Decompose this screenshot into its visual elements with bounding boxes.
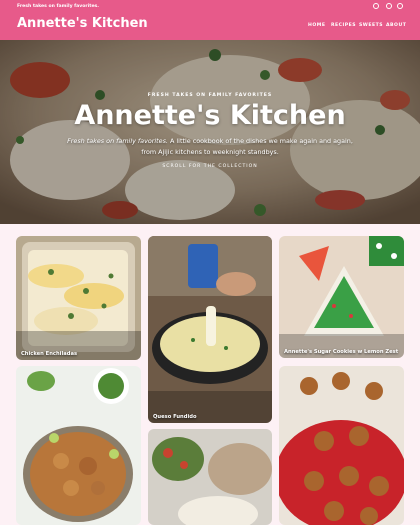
hero-banner: FRESH TAKES ON FAMILY FAVORITES Annette'… — [0, 40, 420, 224]
recipe-title: Chicken Enchiladas — [21, 351, 78, 357]
recipe-card-queso-fundido[interactable]: Queso Fundido — [148, 236, 272, 423]
nav-home[interactable]: HOME — [308, 23, 325, 28]
site-brand[interactable]: Annette's Kitchen — [17, 16, 148, 31]
recipe-image — [148, 429, 272, 525]
hero-title: Annette's Kitchen — [74, 100, 346, 131]
recipe-image — [279, 366, 404, 525]
recipe-image — [279, 236, 404, 358]
recipe-image — [148, 236, 272, 423]
recipe-card-sugar-cookies[interactable]: Annette's Sugar Cookies w Lemon Zest — [279, 236, 404, 358]
nav-sweets[interactable]: SWEETS — [359, 23, 383, 28]
recipe-title: Annette's Sugar Cookies w Lemon Zest — [284, 349, 399, 355]
hero-desc-italic: Fresh takes on family favorites. — [67, 137, 168, 145]
recipe-card-salad[interactable] — [148, 429, 272, 525]
nav-recipes[interactable]: RECIPES — [331, 23, 356, 28]
recipe-card-grilled-chicken[interactable] — [16, 366, 141, 525]
hero-desc-line1: A little cookbook of the dishes we make … — [167, 137, 353, 145]
recipe-card-chicken-enchiladas[interactable]: Chicken Enchiladas — [16, 236, 141, 360]
hero-desc-line2: from Ajijic kitchens to weeknight standb… — [141, 148, 279, 156]
nav-about[interactable]: ABOUT — [386, 23, 406, 28]
facebook-icon[interactable] — [397, 3, 403, 9]
instagram-icon[interactable] — [373, 3, 379, 9]
hero-image — [0, 40, 420, 224]
hero-eyebrow: FRESH TAKES ON FAMILY FAVORITES — [147, 93, 273, 98]
recipe-image — [16, 236, 141, 360]
site-tagline: Fresh takes on family favorites. — [17, 4, 100, 9]
recipe-card-gingerbread[interactable] — [279, 366, 404, 525]
scroll-cta[interactable]: SCROLL FOR THE COLLECTION — [0, 164, 420, 169]
pinterest-icon[interactable] — [386, 3, 392, 9]
recipe-image — [16, 366, 141, 525]
recipe-title: Queso Fundido — [153, 414, 197, 420]
site-header: Fresh takes on family favorites. Annette… — [0, 0, 420, 40]
hero-description: Fresh takes on family favorites. A littl… — [60, 136, 360, 158]
